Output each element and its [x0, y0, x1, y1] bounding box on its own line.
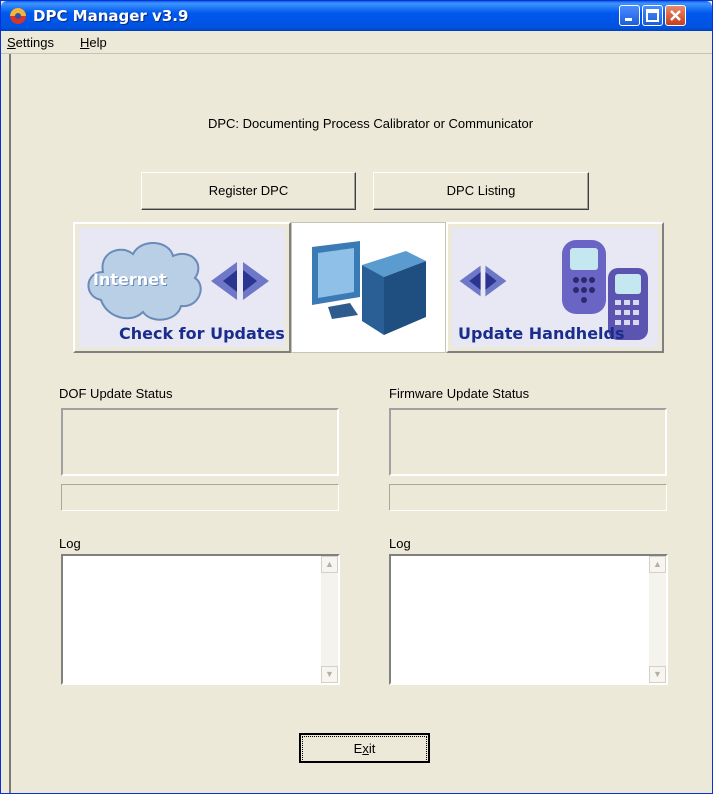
computer-panel: [291, 222, 446, 353]
check-for-updates-caption: Check for Updates: [119, 324, 285, 343]
maximize-button[interactable]: [642, 5, 663, 26]
minimize-button[interactable]: [619, 5, 640, 26]
scroll-up-arrow-icon[interactable]: ▲: [321, 556, 338, 573]
firmware-status-box: [389, 408, 667, 476]
menu-help[interactable]: Help: [80, 35, 107, 50]
left-right-arrows-icon: [459, 265, 507, 297]
title-bar[interactable]: DPC Manager v3.9: [1, 1, 712, 31]
window-title: DPC Manager v3.9: [33, 7, 189, 25]
main-panel: DPC: Documenting Process Calibrator or C…: [9, 54, 708, 793]
computer-icon: [312, 241, 426, 335]
dof-status-label: DOF Update Status: [59, 386, 173, 401]
menu-settings[interactable]: Settings: [7, 35, 54, 50]
exit-button[interactable]: Exit: [299, 733, 430, 763]
scroll-up-arrow-icon[interactable]: ▲: [649, 556, 666, 573]
firmware-log-textarea[interactable]: ▲ ▼: [389, 554, 668, 685]
scroll-down-arrow-icon[interactable]: ▼: [649, 666, 666, 683]
close-button[interactable]: [665, 5, 686, 26]
check-for-updates-button[interactable]: Internet Check for Updates: [73, 222, 291, 353]
dof-log-label: Log: [59, 536, 81, 551]
internet-label: Internet: [93, 270, 167, 289]
app-window: DPC Manager v3.9 Settings Help DPC: Docu…: [0, 0, 713, 794]
update-handhelds-caption: Update Handhelds: [458, 324, 625, 343]
menu-bar: Settings Help: [1, 31, 712, 54]
dof-status-box: [61, 408, 339, 476]
firmware-status-label: Firmware Update Status: [389, 386, 530, 401]
firmware-progress-bar: [389, 484, 667, 511]
dpc-description: DPC: Documenting Process Calibrator or C…: [207, 116, 534, 131]
scroll-down-arrow-icon[interactable]: ▼: [321, 666, 338, 683]
dof-log-scrollbar[interactable]: ▲ ▼: [321, 556, 338, 683]
app-icon: [10, 8, 26, 24]
dof-log-textarea[interactable]: ▲ ▼: [61, 554, 340, 685]
dof-progress-bar: [61, 484, 339, 511]
minimize-icon: [625, 18, 632, 21]
close-icon: [670, 10, 681, 21]
firmware-log-label: Log: [389, 536, 411, 551]
left-right-arrows-icon: [211, 262, 269, 300]
maximize-icon: [646, 9, 659, 22]
firmware-log-scrollbar[interactable]: ▲ ▼: [649, 556, 666, 683]
update-handhelds-button[interactable]: Update Handhelds: [446, 222, 664, 353]
register-dpc-button[interactable]: Register DPC: [141, 172, 356, 210]
dpc-listing-button[interactable]: DPC Listing: [373, 172, 589, 210]
